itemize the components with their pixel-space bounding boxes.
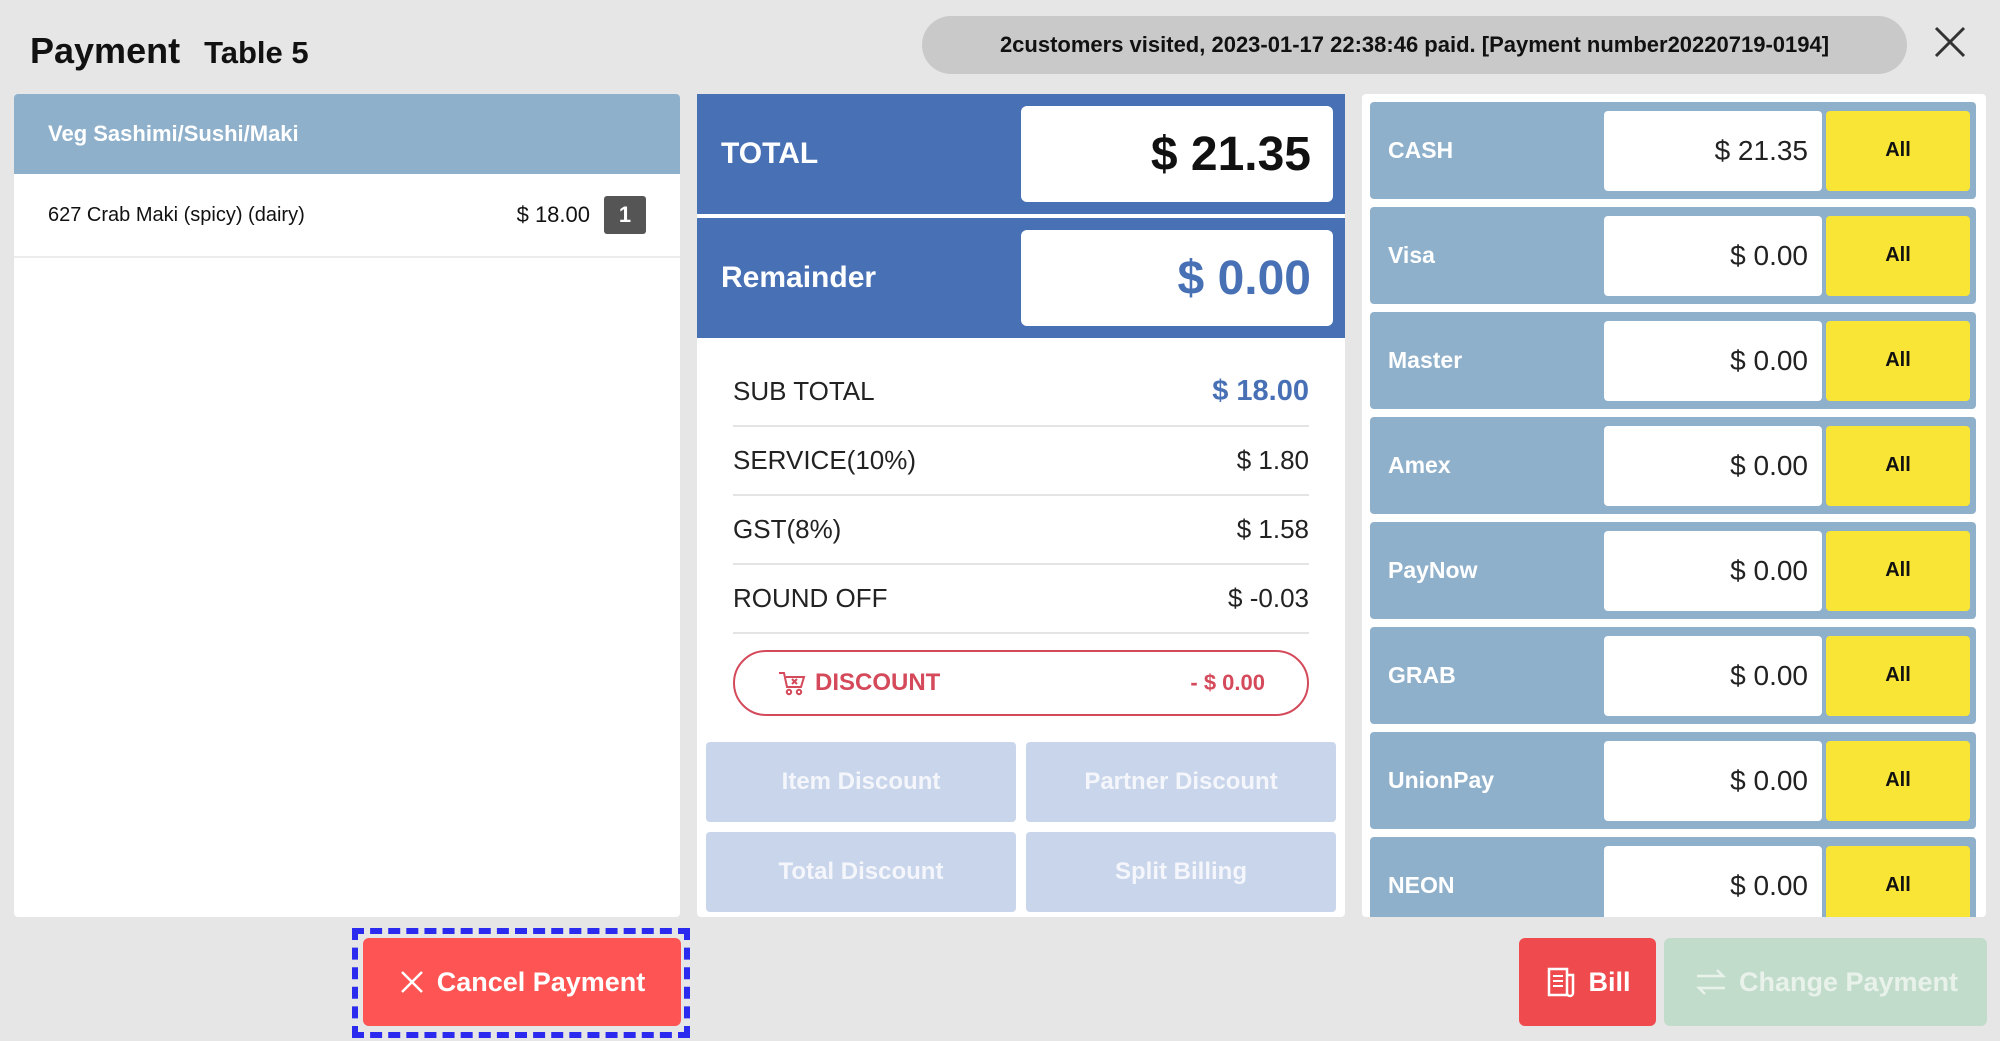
cancel-payment-label: Cancel Payment xyxy=(436,966,646,997)
total-value: $ 21.35 xyxy=(1021,106,1333,202)
remainder-box: Remainder $ 0.00 xyxy=(697,218,1345,338)
all-button[interactable]: All xyxy=(1826,635,1970,716)
item-quantity-badge: 1 xyxy=(604,196,646,234)
split-billing-button[interactable]: Split Billing xyxy=(1026,832,1336,912)
payment-amount-field[interactable]: $ 0.00 xyxy=(1604,215,1822,296)
payment-method-name: Visa xyxy=(1388,242,1435,268)
payment-method-cash[interactable]: CASH $ 21.35 All xyxy=(1370,102,1976,199)
payment-method-amex[interactable]: Amex $ 0.00 All xyxy=(1370,417,1976,514)
change-payment-button[interactable]: Change Payment xyxy=(1664,938,1987,1026)
payment-method-paynow[interactable]: PayNow $ 0.00 All xyxy=(1370,522,1976,619)
discount-label-group: DISCOUNT xyxy=(777,668,1190,698)
summary-label: SUB TOTAL xyxy=(733,376,875,406)
summary-row-round-off: ROUND OFF $ -0.03 xyxy=(733,565,1309,634)
remainder-value: $ 0.00 xyxy=(1021,230,1333,326)
summary-value: $ 18.00 xyxy=(1212,375,1309,407)
payment-amount-field[interactable]: $ 0.00 xyxy=(1604,530,1822,611)
receipt-icon xyxy=(1548,967,1575,998)
cart-icon xyxy=(779,672,806,696)
bill-button[interactable]: Bill xyxy=(1519,938,1656,1026)
payment-method-name: Master xyxy=(1388,347,1463,373)
total-label: TOTAL xyxy=(721,137,819,170)
notice-text: 2customers visited, 2023-01-17 22:38:46 … xyxy=(999,32,1830,57)
cancel-payment-button[interactable]: Cancel Payment xyxy=(363,938,681,1026)
payment-method-grab[interactable]: GRAB $ 0.00 All xyxy=(1370,627,1976,724)
all-button[interactable]: All xyxy=(1826,215,1970,296)
partner-discount-button[interactable]: Partner Discount xyxy=(1026,742,1336,822)
payment-amount-field[interactable]: $ 0.00 xyxy=(1604,425,1822,506)
payment-amount-field[interactable]: $ 21.35 xyxy=(1604,110,1822,191)
payment-amount-field[interactable]: $ 0.00 xyxy=(1604,320,1822,401)
payment-method-neon[interactable]: NEON $ 0.00 All xyxy=(1370,837,1976,917)
summary-row-gst: GST(8%) $ 1.58 xyxy=(733,496,1309,565)
summary-value: $ -0.03 xyxy=(1228,583,1309,613)
summary-value: $ 1.80 xyxy=(1236,445,1309,475)
category-label: Veg Sashimi/Sushi/Maki xyxy=(48,121,299,146)
summary-list: SUB TOTAL $ 18.00 SERVICE(10%) $ 1.80 GS… xyxy=(697,338,1345,634)
payment-method-visa[interactable]: Visa $ 0.00 All xyxy=(1370,207,1976,304)
summary-value: $ 1.58 xyxy=(1236,514,1309,544)
item-price: $ 18.00 xyxy=(516,202,590,227)
payment-methods-panel: CASH $ 21.35 All Visa $ 0.00 All Master … xyxy=(1362,94,1986,917)
totals-panel: TOTAL $ 21.35 Remainder $ 0.00 SUB TOTAL… xyxy=(697,94,1345,917)
payment-amount-field[interactable]: $ 0.00 xyxy=(1604,845,1822,917)
close-icon xyxy=(400,971,423,993)
payment-method-name: NEON xyxy=(1388,872,1455,898)
discount-label: DISCOUNT xyxy=(815,669,941,696)
close-icon xyxy=(1934,26,1966,58)
table-label: Table 5 xyxy=(204,35,309,70)
payment-method-name: PayNow xyxy=(1388,557,1478,583)
discount-value: - $ 0.00 xyxy=(1190,670,1265,695)
item-name: 627 Crab Maki (spicy) (dairy) xyxy=(48,203,305,226)
swap-arrows-icon xyxy=(1695,969,1726,995)
close-button[interactable] xyxy=(1930,22,1970,62)
order-item[interactable]: 627 Crab Maki (spicy) (dairy) $ 18.00 1 xyxy=(14,174,680,258)
payment-method-master[interactable]: Master $ 0.00 All xyxy=(1370,312,1976,409)
summary-label: GST(8%) xyxy=(733,514,842,544)
item-discount-button[interactable]: Item Discount xyxy=(706,742,1016,822)
discount-options: Item Discount Partner Discount Total Dis… xyxy=(706,742,1336,912)
total-discount-button[interactable]: Total Discount xyxy=(706,832,1016,912)
payment-method-name: Amex xyxy=(1388,452,1451,478)
all-button[interactable]: All xyxy=(1826,845,1970,917)
summary-row-subtotal: SUB TOTAL $ 18.00 xyxy=(733,358,1309,427)
order-panel: Veg Sashimi/Sushi/Maki 627 Crab Maki (sp… xyxy=(14,94,680,917)
total-box: TOTAL $ 21.35 xyxy=(697,94,1345,214)
summary-row-service: SERVICE(10%) $ 1.80 xyxy=(733,427,1309,496)
remainder-label: Remainder xyxy=(721,261,877,294)
page-title: Payment Table 5 xyxy=(30,30,309,72)
payment-notice-banner: 2customers visited, 2023-01-17 22:38:46 … xyxy=(922,16,1907,74)
payment-method-unionpay[interactable]: UnionPay $ 0.00 All xyxy=(1370,732,1976,829)
summary-label: ROUND OFF xyxy=(733,583,888,613)
all-button[interactable]: All xyxy=(1826,530,1970,611)
payment-amount-field[interactable]: $ 0.00 xyxy=(1604,740,1822,821)
change-payment-label: Change Payment xyxy=(1738,966,1959,997)
payment-method-name: CASH xyxy=(1388,137,1454,163)
all-button[interactable]: All xyxy=(1826,320,1970,401)
payment-method-name: UnionPay xyxy=(1388,767,1495,793)
payment-amount-field[interactable]: $ 0.00 xyxy=(1604,635,1822,716)
summary-label: SERVICE(10%) xyxy=(733,445,917,475)
bill-label: Bill xyxy=(1588,966,1631,997)
all-button[interactable]: All xyxy=(1826,740,1970,821)
discount-button[interactable]: DISCOUNT - $ 0.00 xyxy=(733,650,1309,716)
payment-title: Payment xyxy=(30,30,181,71)
all-button[interactable]: All xyxy=(1826,425,1970,506)
category-header: Veg Sashimi/Sushi/Maki xyxy=(14,94,680,174)
all-button[interactable]: All xyxy=(1826,110,1970,191)
payment-method-name: GRAB xyxy=(1388,662,1456,688)
